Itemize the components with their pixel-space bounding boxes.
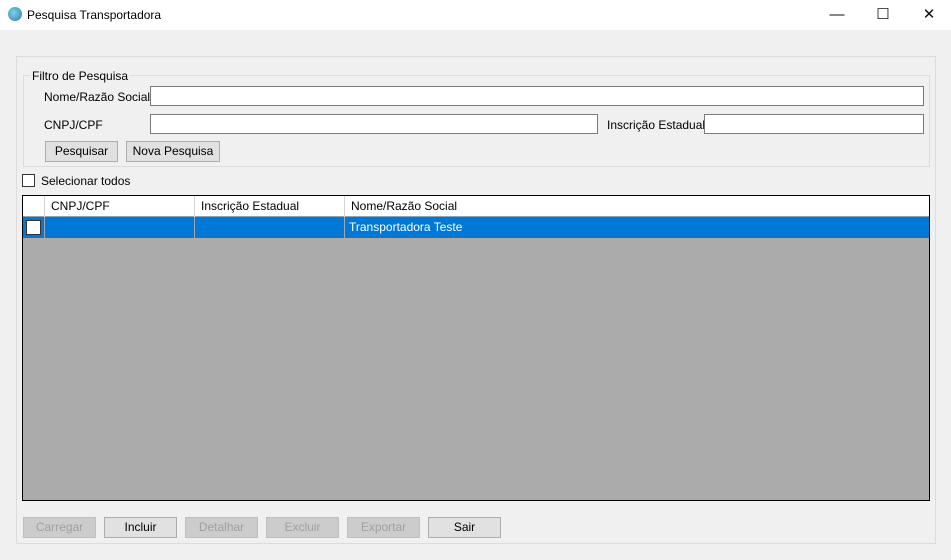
header-nome[interactable]: Nome/Razão Social (345, 196, 929, 217)
exportar-button[interactable]: Exportar (347, 517, 420, 538)
app-icon (8, 7, 22, 21)
filter-legend: Filtro de Pesquisa (30, 69, 131, 83)
nome-label: Nome/Razão Social (44, 90, 151, 104)
incluir-button[interactable]: Incluir (104, 517, 177, 538)
select-all-checkbox[interactable] (22, 174, 35, 187)
close-button[interactable]: ✕ (906, 0, 951, 30)
select-all-label: Selecionar todos (41, 174, 131, 188)
nome-input[interactable] (150, 86, 924, 106)
row-checkbox-cell[interactable] (23, 217, 45, 238)
cell-nome: Transportadora Teste (349, 220, 463, 234)
cnpj-label: CNPJ/CPF (44, 118, 103, 132)
grid-header: CNPJ/CPF Inscrição Estadual Nome/Razão S… (23, 196, 929, 217)
ie-input[interactable] (704, 114, 924, 134)
table-row[interactable]: Transportadora Teste (23, 217, 929, 238)
header-ie[interactable]: Inscrição Estadual (195, 196, 345, 217)
excluir-button[interactable]: Excluir (266, 517, 339, 538)
detalhar-button[interactable]: Detalhar (185, 517, 258, 538)
title-bar: Pesquisa Transportadora — ☐ ✕ (0, 0, 951, 30)
minimize-button[interactable]: — (814, 0, 860, 30)
header-checkbox-column (23, 196, 45, 217)
cnpj-input[interactable] (150, 114, 598, 134)
maximize-button[interactable]: ☐ (860, 0, 906, 30)
new-search-button[interactable]: Nova Pesquisa (126, 141, 220, 162)
sair-button[interactable]: Sair (428, 517, 501, 538)
cell-cnpj (45, 217, 195, 238)
ie-label: Inscrição Estadual (607, 118, 706, 132)
cell-ie (195, 217, 345, 238)
search-button[interactable]: Pesquisar (45, 141, 118, 162)
row-checkbox[interactable] (26, 220, 41, 235)
header-cnpj[interactable]: CNPJ/CPF (45, 196, 195, 217)
window-title: Pesquisa Transportadora (27, 8, 162, 22)
results-grid[interactable]: CNPJ/CPF Inscrição Estadual Nome/Razão S… (22, 195, 930, 501)
carregar-button[interactable]: Carregar (23, 517, 96, 538)
